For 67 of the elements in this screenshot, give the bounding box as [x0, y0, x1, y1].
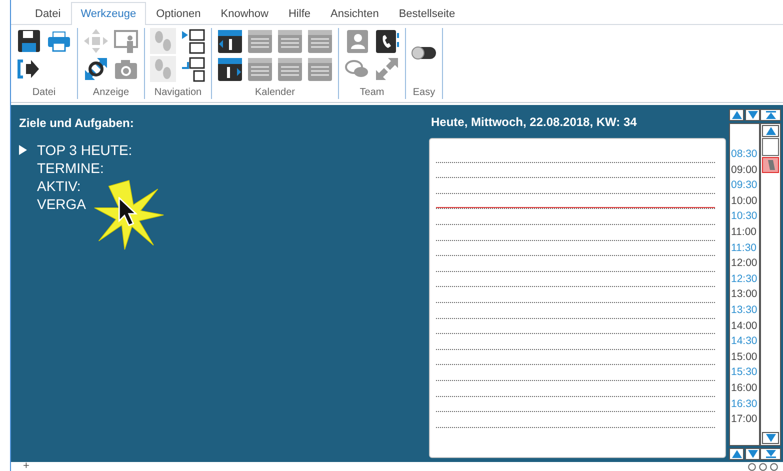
- group-label: Navigation: [154, 87, 202, 99]
- goal-item[interactable]: TOP 3 HEUTE:: [19, 141, 132, 159]
- marker-icon: [766, 159, 776, 171]
- tab[interactable]: Datei: [25, 2, 71, 25]
- time-label: 14:00: [730, 318, 758, 334]
- cursor-icon: [117, 197, 139, 227]
- tab[interactable]: Optionen: [146, 2, 211, 25]
- time-label: 12:30: [730, 272, 758, 287]
- time-label: 13:30: [730, 302, 758, 318]
- group-label: Team: [360, 87, 384, 99]
- goal-item[interactable]: VERGA: [19, 195, 86, 213]
- time-label: 13:00: [730, 287, 758, 302]
- time-label: 16:00: [730, 380, 758, 396]
- group-label: Anzeige: [92, 87, 130, 99]
- tab[interactable]: Werkzeuge: [70, 2, 146, 25]
- group-label: Easy: [412, 87, 436, 99]
- scroll-up-arrow-icon: [732, 450, 742, 458]
- section-title: Ziele und Aufgaben:: [19, 116, 135, 130]
- date-title: Heute, Mittwoch, 22.08.2018, KW: 34: [430, 114, 638, 131]
- circle-icon[interactable]: [770, 462, 778, 470]
- resize-icon[interactable]: [83, 56, 109, 82]
- scroll-down-button[interactable]: [745, 109, 760, 121]
- panel-arrow-icon[interactable]: [180, 28, 206, 54]
- panel-corner-icon[interactable]: [180, 56, 206, 82]
- add-button[interactable]: +: [23, 462, 30, 471]
- tab[interactable]: Bestellseite: [388, 2, 466, 25]
- scroll-top-arrow-icon: [766, 111, 776, 119]
- tab[interactable]: Hilfe: [278, 2, 320, 25]
- scroll-up-arrow-icon: [732, 111, 742, 119]
- calendar-icon[interactable]: [217, 56, 243, 82]
- marker-button[interactable]: [762, 157, 779, 173]
- time-label: 14:30: [730, 334, 758, 350]
- scroll-down-button[interactable]: [762, 432, 779, 444]
- calendar-icon[interactable]: [217, 28, 243, 54]
- time-label: 12:00: [730, 256, 758, 272]
- phone-icon[interactable]: [374, 28, 400, 54]
- scroll-thumb[interactable]: [762, 138, 779, 156]
- scroll-up-button[interactable]: [729, 109, 744, 121]
- circle-icon[interactable]: [748, 462, 756, 470]
- time-label: 15:00: [730, 350, 758, 365]
- save-icon[interactable]: [16, 28, 42, 54]
- time-label: 09:30: [730, 178, 758, 194]
- time-label: 17:00: [730, 412, 758, 428]
- scroll-bottom-button[interactable]: [760, 448, 781, 460]
- tab[interactable]: Ansichten: [320, 2, 389, 25]
- scroll-bottom-arrow-icon: [766, 450, 776, 458]
- group-label: Datei: [32, 87, 56, 99]
- toggle-switch[interactable]: [411, 46, 437, 60]
- time-label: 10:30: [730, 209, 758, 224]
- time-label: 09:00: [730, 162, 758, 178]
- goal-item[interactable]: TERMINE:: [19, 159, 104, 177]
- scroll-top-button[interactable]: [760, 109, 781, 121]
- scroll-down-button[interactable]: [745, 448, 760, 460]
- time-label: 16:30: [730, 396, 758, 412]
- scroll-up-button[interactable]: [729, 448, 744, 460]
- time-label: 11:30: [730, 240, 756, 256]
- goal-item[interactable]: AKTIV:: [19, 177, 81, 195]
- time-label: 15:30: [730, 365, 758, 380]
- time-label: 11:00: [730, 224, 756, 240]
- scroll-up-arrow-icon: [766, 127, 776, 135]
- time-label: 08:30: [730, 147, 758, 162]
- scroll-up-button[interactable]: [762, 125, 779, 137]
- tab[interactable]: Knowhow: [210, 2, 278, 25]
- circle-icon[interactable]: [759, 462, 767, 470]
- group-label: Kalender: [254, 87, 296, 99]
- scroll-down-arrow-icon: [748, 111, 758, 119]
- time-label: 10:00: [730, 194, 758, 209]
